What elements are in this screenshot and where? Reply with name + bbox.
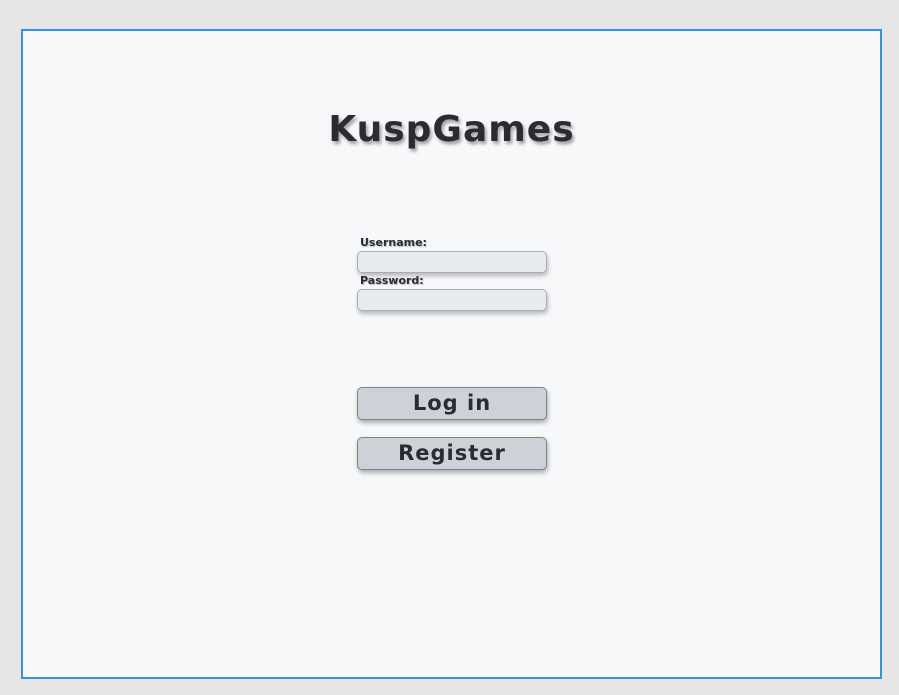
register-button[interactable]: Register <box>357 437 547 470</box>
app-window: KuspGames Username: Password: Log in Reg… <box>21 29 882 679</box>
app-title: KuspGames <box>328 109 575 150</box>
password-input[interactable] <box>357 289 547 311</box>
login-button[interactable]: Log in <box>357 387 547 420</box>
password-label: Password: <box>360 274 424 287</box>
login-form: Username: Password: <box>357 235 549 311</box>
username-label: Username: <box>360 236 427 249</box>
username-input[interactable] <box>357 251 547 273</box>
action-buttons: Log in Register <box>357 387 549 470</box>
